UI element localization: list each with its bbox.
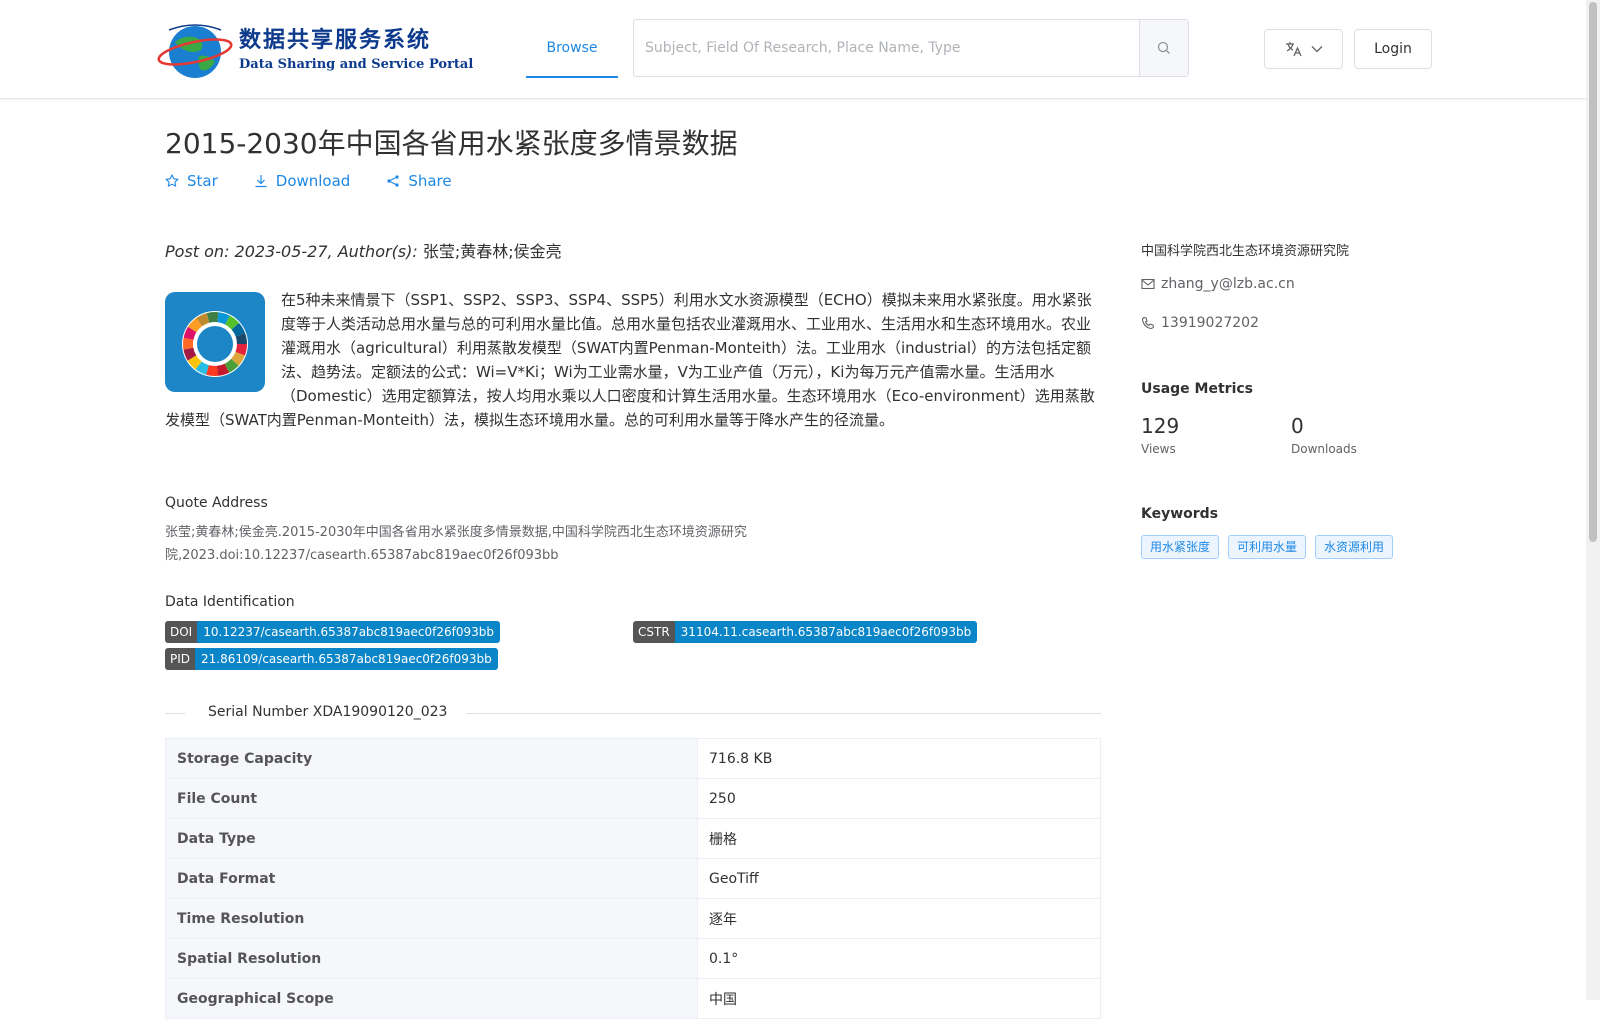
identification-heading: Data Identification (165, 594, 295, 610)
views-label: Views (1141, 442, 1176, 456)
description-text: 在5种未来情景下（SSP1、SSP2、SSP3、SSP4、SSP5）利用水文水资… (165, 291, 1095, 429)
cstr-badge-value: 31104.11.casearth.65387abc819aec0f26f093… (674, 621, 978, 643)
usage-metrics-heading: Usage Metrics (1141, 381, 1253, 397)
table-row: Geographical Scope 中国 (165, 978, 1101, 1019)
info-key: Storage Capacity (165, 738, 698, 779)
keyword-tag[interactable]: 可利用水量 (1228, 535, 1307, 559)
cstr-badge-key: CSTR (633, 621, 675, 643)
post-meta: Post on: 2023-05-27, Author(s): 张莹;黄春林;侯… (165, 238, 562, 262)
table-row: Data Type 栅格 (165, 818, 1101, 859)
keywords-heading: Keywords (1141, 506, 1219, 522)
share-label: Share (408, 172, 452, 190)
info-key: Data Type (165, 818, 698, 859)
site-logo[interactable]: 数据共享服务系统 Data Sharing and Service Portal (155, 20, 473, 80)
logo-title-en: Data Sharing and Service Portal (239, 57, 474, 72)
keyword-tag[interactable]: 用水紧张度 (1141, 535, 1220, 559)
info-key: Time Resolution (165, 898, 698, 939)
divider-left (165, 713, 185, 714)
organization-name: 中国科学院西北生态环境资源研究院 (1141, 244, 1350, 259)
downloads-label: Downloads (1291, 442, 1357, 456)
divider-right (466, 713, 1101, 714)
download-button[interactable]: Download (254, 172, 351, 190)
download-label: Download (275, 172, 351, 190)
star-button[interactable]: Star (165, 172, 218, 190)
info-key: Data Format (165, 858, 698, 899)
star-label: Star (187, 172, 218, 190)
nav-browse-tab[interactable]: Browse (526, 20, 618, 78)
info-table-body: Storage Capacity 716.8 KB File Count 250 Dat… (165, 738, 1101, 1019)
scrollbar-thumb[interactable] (1589, 2, 1597, 542)
dataset-actions: Star Download Share (165, 172, 452, 190)
language-switcher[interactable] (1264, 29, 1343, 69)
info-value: 250 (697, 778, 1101, 819)
table-row: File Count 250 (165, 778, 1101, 819)
dataset-info-table: Storage Capacity 716.8 KB File Count 250 Dat… (165, 738, 1101, 1019)
translate-icon (1285, 42, 1302, 57)
info-value: 逐年 (697, 898, 1101, 939)
doi-badge[interactable]: DOI 10.12237/casearth.65387abc819aec0f26… (165, 621, 501, 643)
quote-heading: Quote Address (165, 495, 268, 511)
search-input[interactable] (634, 20, 1139, 76)
info-key: Spatial Resolution (165, 938, 698, 979)
logo-text: 数据共享服务系统 Data Sharing and Service Portal (239, 26, 473, 74)
post-date-label: Post on: 2023-05-27, Author(s): (165, 242, 418, 261)
info-value: 栅格 (697, 818, 1101, 859)
info-value: 0.1° (697, 938, 1101, 979)
info-value: 716.8 KB (697, 738, 1101, 779)
downloads-count: 0 (1291, 414, 1304, 438)
views-metric: 129 Views (1141, 414, 1179, 456)
contact-email[interactable]: zhang_y@lzb.ac.cn (1141, 276, 1295, 292)
views-count: 129 (1141, 414, 1180, 438)
table-row: Data Format GeoTiff (165, 858, 1101, 899)
pid-badge-key: PID (165, 648, 196, 670)
page-scrollbar[interactable] (1586, 0, 1600, 1000)
info-key: File Count (165, 778, 698, 819)
info-value: GeoTiff (697, 858, 1101, 899)
doi-badge-key: DOI (165, 621, 198, 643)
login-button[interactable]: Login (1354, 29, 1432, 69)
cstr-badge[interactable]: CSTR 31104.11.casearth.65387abc819aec0f2… (633, 621, 978, 643)
info-key: Geographical Scope (165, 978, 698, 1019)
mail-icon (1141, 278, 1155, 290)
search-bar (633, 19, 1189, 77)
star-icon (165, 174, 179, 187)
keyword-tag[interactable]: 水资源利用 (1315, 535, 1394, 559)
dataset-description: 在5种未来情景下（SSP1、SSP2、SSP3、SSP4、SSP5）利用水文水资… (165, 288, 1101, 432)
authors: 张莹;黄春林;侯金亮 (422, 242, 562, 261)
table-row: Storage Capacity 716.8 KB (165, 738, 1101, 779)
quote-text: 张莹;黄春林;侯金亮.2015-2030年中国各省用水紧张度多情景数据,中国科学… (165, 525, 747, 563)
serial-number: Serial Number XDA19090120_023 (204, 704, 452, 720)
dataset-title: 2015-2030年中国各省用水紧张度多情景数据 (165, 127, 738, 160)
top-header: 数据共享服务系统 Data Sharing and Service Portal… (0, 0, 1586, 99)
chevron-down-icon (1311, 46, 1322, 53)
sdg-badge-icon (165, 292, 265, 392)
pid-badge-value: 21.86109/casearth.65387abc819aec0f26f093… (195, 648, 498, 670)
downloads-metric: 0 Downloads (1291, 414, 1357, 456)
share-icon (387, 175, 399, 187)
globe-logo-icon (157, 24, 233, 78)
email-text: zhang_y@lzb.ac.cn (1161, 276, 1295, 292)
table-row: Spatial Resolution 0.1° (165, 938, 1101, 979)
phone-icon (1141, 316, 1155, 330)
doi-badge-value: 10.12237/casearth.65387abc819aec0f26f093… (197, 621, 501, 643)
table-row: Time Resolution 逐年 (165, 898, 1101, 939)
share-button[interactable]: Share (386, 172, 452, 190)
logo-title-cn: 数据共享服务系统 (239, 27, 432, 53)
download-icon (255, 175, 267, 188)
info-value: 中国 (697, 978, 1101, 1019)
phone-text: 13919027202 (1161, 315, 1259, 331)
pid-badge[interactable]: PID 21.86109/casearth.65387abc819aec0f26… (165, 648, 498, 670)
keyword-tags: 用水紧张度 可利用水量 水资源利用 (1141, 535, 1394, 559)
contact-phone: 13919027202 (1141, 315, 1259, 331)
search-icon (1157, 41, 1170, 54)
search-button[interactable] (1139, 20, 1188, 76)
